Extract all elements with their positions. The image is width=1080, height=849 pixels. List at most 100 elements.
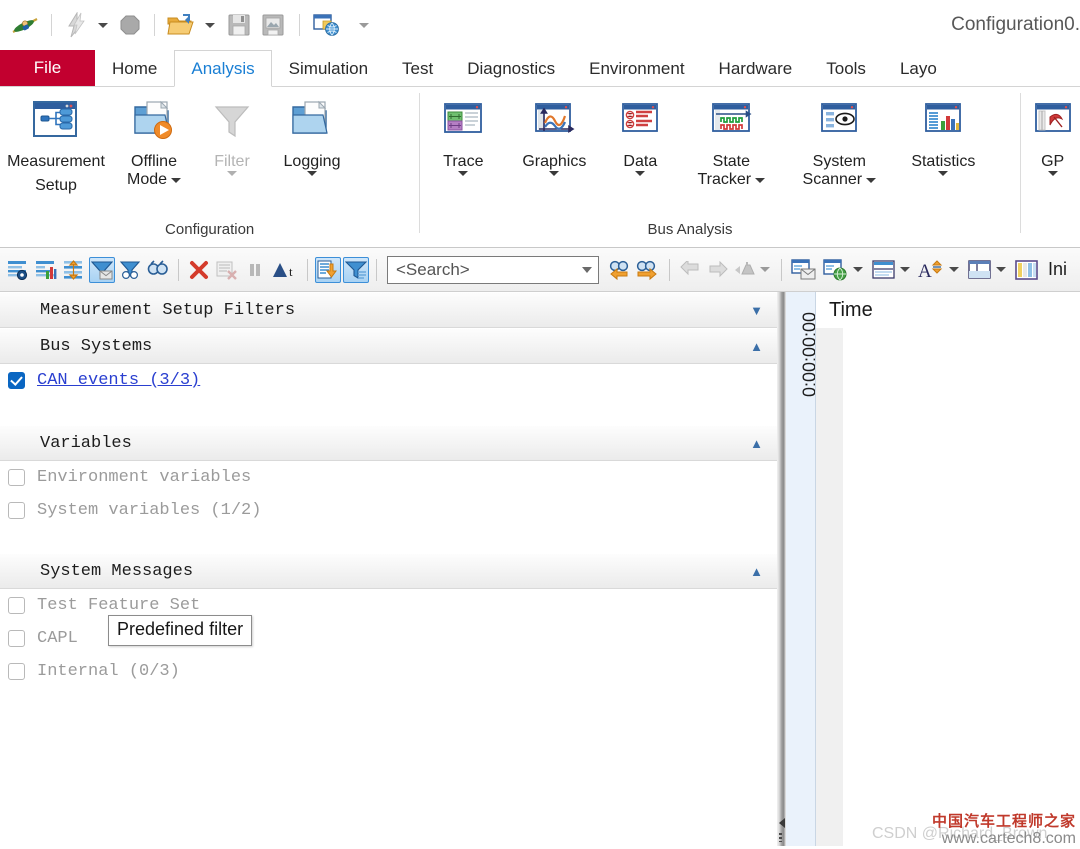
pause-icon[interactable] (242, 257, 268, 283)
gps-caret-down-icon[interactable] (1047, 171, 1058, 177)
state-tracker-button[interactable]: State Tracker (678, 93, 784, 189)
font-size-icon[interactable]: A (917, 257, 947, 283)
logging-icon (287, 95, 337, 147)
analysis-filter-config-icon[interactable] (5, 257, 31, 283)
forward-arrow-icon[interactable] (705, 257, 731, 283)
flash-dropdown-caret-down-icon[interactable] (98, 22, 108, 28)
trace-button[interactable]: Trace (420, 93, 506, 177)
data-button[interactable]: Data (602, 93, 678, 177)
checkbox-internal[interactable] (8, 663, 25, 680)
filter-button: Filter (196, 93, 268, 177)
chevron-up-icon-system-messages[interactable]: ▲ (750, 565, 763, 578)
tab-analysis[interactable]: Analysis (174, 50, 272, 87)
expand-collapse-icon[interactable] (61, 257, 87, 283)
graphics-caret-down-icon[interactable] (549, 171, 560, 177)
tab-home[interactable]: Home (95, 50, 174, 86)
section-header-variables[interactable]: Variables ▲ (0, 425, 777, 461)
tab-simulation[interactable]: Simulation (272, 50, 385, 86)
collapse-left-arrow-icon[interactable] (779, 818, 785, 828)
filter-marker-icon[interactable] (733, 257, 759, 283)
layout-pane-caret-down-icon[interactable] (996, 267, 1006, 272)
checkbox-capl[interactable] (8, 630, 25, 647)
ribbon-group-configuration: Measurement Setup Offline Mode Filter Lo… (0, 87, 419, 245)
section-header-measurement-setup-filters[interactable]: Measurement Setup Filters ▼ (0, 292, 777, 328)
message-filter-icon[interactable] (89, 256, 115, 283)
tab-layout[interactable]: Layo (883, 50, 954, 86)
checkbox-environment-variables[interactable] (8, 469, 25, 486)
system-scanner-caret-down-icon[interactable] (866, 177, 877, 183)
checkbox-can-events[interactable] (8, 372, 25, 389)
section-title-variables: Variables (40, 433, 132, 453)
search-input[interactable]: <Search> (387, 255, 599, 284)
checkbox-test-feature-set[interactable] (8, 597, 25, 614)
stop-filter-icon[interactable] (117, 257, 143, 283)
list-item[interactable]: System variables (1/2) (0, 494, 777, 527)
tab-hardware[interactable]: Hardware (702, 50, 810, 86)
delta-time-icon[interactable]: t (270, 257, 300, 283)
list-item[interactable]: Environment variables (0, 461, 777, 494)
state-tracker-caret-down-icon[interactable] (755, 177, 766, 183)
layout-pane-icon[interactable] (966, 257, 994, 283)
tooltip-predefined-filter: Predefined filter (108, 615, 253, 646)
offline-mode-button[interactable]: Offline Mode (112, 93, 196, 189)
window-globe-toolbar-icon[interactable] (821, 257, 851, 283)
section-header-system-messages[interactable]: System Messages ▲ (0, 553, 777, 589)
section-header-bus-systems[interactable]: Bus Systems ▲ (0, 328, 777, 364)
data-caret-down-icon[interactable] (635, 171, 646, 177)
open-dropdown-caret-down-icon[interactable] (205, 22, 215, 28)
find-icon[interactable] (145, 257, 171, 283)
quick-access-separator-2 (154, 14, 155, 36)
window-globe-icon[interactable] (309, 8, 345, 42)
font-size-caret-down-icon[interactable] (949, 267, 959, 272)
tab-diagnostics[interactable]: Diagnostics (450, 50, 572, 86)
back-arrow-icon[interactable] (677, 257, 703, 283)
graphics-button[interactable]: Graphics (506, 93, 602, 177)
scroll-to-end-icon[interactable] (315, 256, 341, 283)
gps-button[interactable]: GP (1021, 93, 1080, 177)
customize-quick-access-caret-down-icon[interactable] (359, 22, 369, 28)
tab-file[interactable]: File (0, 50, 95, 86)
checkbox-system-variables[interactable] (8, 502, 25, 519)
statistics-label: Statistics (911, 153, 976, 170)
flash-icon[interactable] (61, 8, 91, 42)
filter-marker-caret-down-icon[interactable] (760, 267, 770, 272)
trace-caret-row (458, 171, 469, 177)
search-chevron-down-icon[interactable] (582, 266, 592, 273)
tab-tools[interactable]: Tools (809, 50, 883, 86)
logging-caret-down-icon[interactable] (307, 171, 317, 177)
chevron-down-icon[interactable]: ▼ (750, 304, 763, 317)
list-item[interactable]: Internal (0/3) (0, 655, 777, 688)
folder-open-icon[interactable] (164, 8, 198, 42)
system-scanner-button[interactable]: System Scanner (784, 93, 894, 189)
save-as-icon[interactable] (256, 8, 290, 42)
find-previous-icon[interactable] (604, 257, 632, 283)
measurement-setup-button[interactable]: Measurement Setup (0, 93, 112, 195)
chevron-up-icon-variables[interactable]: ▲ (750, 437, 763, 450)
tab-test[interactable]: Test (385, 50, 450, 86)
list-item-label-can-events[interactable]: CAN events (3/3) (37, 371, 200, 390)
stop-icon[interactable] (115, 8, 145, 42)
predefined-filter-icon[interactable] (343, 256, 369, 283)
panel-splitter[interactable] (777, 292, 786, 846)
window-mail-icon[interactable] (789, 257, 819, 283)
trace-caret-down-icon[interactable] (458, 171, 469, 177)
logging-button[interactable]: Logging (268, 93, 356, 177)
trace-column-header-time[interactable]: Time (829, 299, 873, 322)
save-icon[interactable] (222, 8, 256, 42)
splitter-grip[interactable] (779, 833, 782, 842)
offline-mode-caret-down-icon[interactable] (171, 177, 182, 183)
statistics-button[interactable]: Statistics (894, 93, 992, 177)
ribbon-group-gps-title (1021, 238, 1080, 245)
statistics-view-icon[interactable] (33, 257, 59, 283)
clear-window-icon[interactable] (214, 257, 240, 283)
delete-icon[interactable] (186, 257, 212, 283)
window-globe-caret-down-icon[interactable] (853, 267, 863, 272)
tab-environment[interactable]: Environment (572, 50, 701, 86)
statistics-caret-down-icon[interactable] (938, 171, 949, 177)
list-item[interactable]: CAN events (3/3) (0, 364, 777, 397)
split-view-caret-down-icon[interactable] (900, 267, 910, 272)
find-next-icon[interactable] (634, 257, 662, 283)
chevron-up-icon[interactable]: ▲ (750, 340, 763, 353)
split-view-icon[interactable] (870, 257, 898, 283)
columns-icon[interactable] (1013, 257, 1041, 283)
